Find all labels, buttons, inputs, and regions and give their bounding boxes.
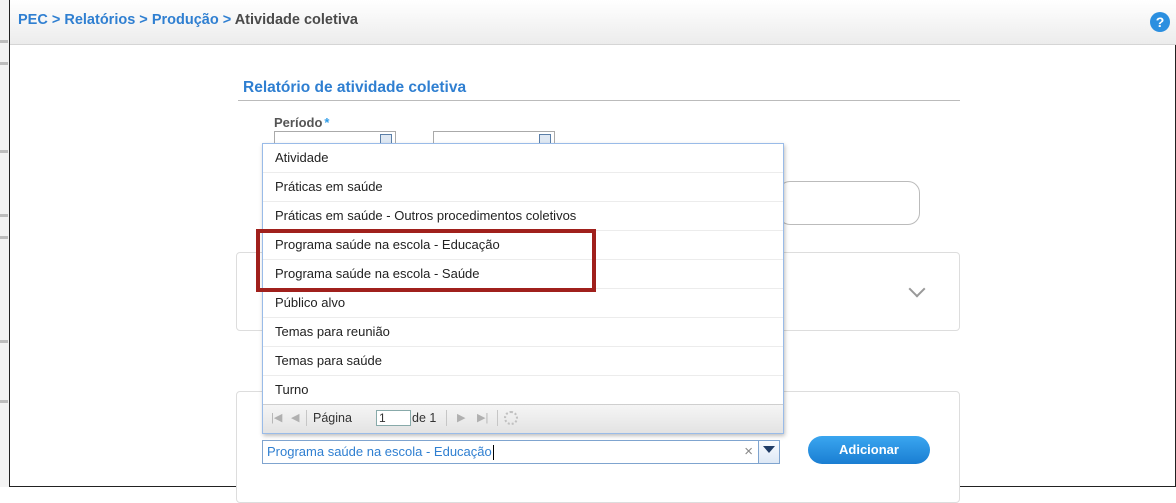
periodo-label-text: Período: [274, 115, 323, 130]
help-icon[interactable]: ?: [1150, 12, 1170, 32]
prev-page-icon[interactable]: ◀: [291, 411, 299, 425]
add-button[interactable]: Adicionar: [808, 436, 930, 464]
title-divider: [238, 100, 960, 101]
first-page-icon[interactable]: |◀: [271, 411, 282, 425]
toolbar-separator: [446, 410, 447, 426]
page-label: Página: [313, 411, 352, 425]
breadcrumb-current: Atividade coletiva: [234, 12, 358, 28]
breadcrumb-separator: >: [135, 12, 152, 28]
text-cursor: [492, 445, 494, 461]
chevron-down-icon: [763, 446, 775, 453]
page-title: Relatório de atividade coletiva: [243, 79, 467, 96]
dropdown-option[interactable]: Práticas em saúde: [263, 173, 783, 202]
breadcrumb-item-relatorios[interactable]: Relatórios: [64, 12, 135, 28]
toolbar-separator: [306, 410, 307, 426]
dropdown-option[interactable]: Atividade: [263, 144, 783, 173]
pagination-toolbar: |◀ ◀ Página 1 de 1 ▶ ▶|: [263, 404, 783, 433]
required-asterisk-icon: *: [324, 115, 330, 130]
clear-icon[interactable]: ×: [744, 443, 753, 460]
page-number-input[interactable]: 1: [376, 410, 411, 426]
breadcrumb-item-producao[interactable]: Produção: [152, 12, 219, 28]
combo-dropdown-button[interactable]: [758, 440, 780, 464]
breadcrumb-separator: >: [47, 12, 65, 28]
breadcrumb: PEC > Relatórios > Produção > Atividade …: [18, 12, 358, 28]
activity-type-combobox[interactable]: Programa saúde na escola - Educação ×: [262, 440, 760, 464]
dropdown-option[interactable]: Temas para saúde: [263, 347, 783, 376]
dropdown-option[interactable]: Público alvo: [263, 289, 783, 318]
combo-value: Programa saúde na escola - Educação: [267, 444, 494, 461]
dropdown-option[interactable]: Temas para reunião: [263, 318, 783, 347]
next-page-icon[interactable]: ▶: [457, 411, 465, 425]
rounded-input-field[interactable]: [778, 181, 920, 225]
page-total-label: de 1: [412, 411, 437, 425]
top-bar: PEC > Relatórios > Produção > Atividade …: [10, 0, 1176, 45]
periodo-label: Período *: [274, 115, 329, 130]
breadcrumb-item-pec[interactable]: PEC: [18, 12, 48, 28]
dropdown-option[interactable]: Práticas em saúde - Outros procedimentos…: [263, 202, 783, 231]
dropdown-option[interactable]: Turno: [263, 376, 783, 405]
breadcrumb-separator: >: [218, 12, 235, 28]
highlight-annotation-box: [256, 229, 596, 292]
left-sidebar-strip: [0, 0, 10, 487]
combo-value-text: Programa saúde na escola - Educação: [267, 444, 492, 459]
last-page-icon[interactable]: ▶|: [477, 411, 488, 425]
toolbar-separator: [497, 410, 498, 426]
